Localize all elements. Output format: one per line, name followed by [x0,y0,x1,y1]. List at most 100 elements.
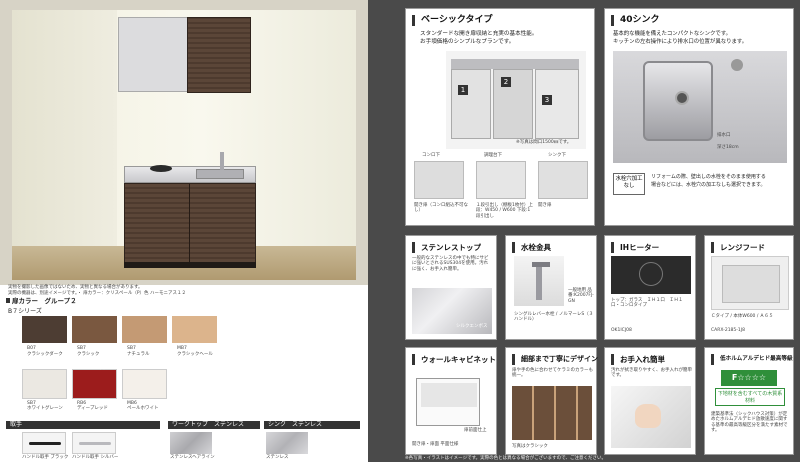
detail-image [512,386,592,440]
card-ih-heater-title: IHヒーター [611,242,659,253]
faucet-hole-badge: 水栓穴加工なし [613,173,645,195]
swatch-b7-3-name: クラシックヘール [177,352,213,357]
b6-swatch-row: B６シリーズ SB7 ホワイトグレーン RB6 ディープレッド MB6 ペールホ… [22,365,222,412]
basic-type-card: ベーシックタイプ スタンダードな開き扉収納と充実の基本性能。 お手頃価格のシンプ… [405,8,595,226]
disclaimer-2: 実際の機器は、別途イメージです。・ 扉カラー：クリスペール（P）色 ハーモニアス… [8,291,186,296]
faucet [220,152,224,170]
cabinet-split [189,184,190,267]
card-range-hood-title: レンジフード [711,242,765,253]
base-cabinet [124,183,256,268]
sink-basin [196,169,244,179]
card-faucet-body: シングルレバー水栓 / ノルマーレS（３ハンドル） [514,312,594,323]
swatch-b6-2-name: ペールホワイト [127,406,159,411]
sub-label-0: コンロ下 [422,153,440,158]
basic-photo-caption: ※写真は間口1500㎜です。 [516,140,572,145]
worktop-swatch[interactable] [170,432,212,454]
card-easy-clean-body: 汚れが拭き取りやすく、お手入れが簡単です。 [611,368,692,379]
ih-ring [639,262,663,286]
cabinet-plinth [124,262,256,268]
wall-side [12,10,117,280]
card-wall-cabinet-footer: 扉前面仕上 [464,428,487,433]
card-formaldehyde-body: 建築基準法（シックハウス対策）が定めたホルムアルデヒド放散速度に関する基準の最高… [711,412,788,434]
sink-swatch[interactable] [266,432,308,454]
swatch-b7-2-code: SB7 [127,346,136,351]
sink-label-0: 排水口 [717,133,731,138]
basic-heading-2: お手頃価格のシンプルなプランです。 [420,39,515,45]
faucet-body [536,266,542,300]
swatch-b7-1-name: クラシック [77,352,100,357]
sub-image-2 [538,161,588,199]
handle-bar-black [29,442,61,445]
basic-heading-1: スタンダードな開き扉収納と充実の基本性能。 [420,31,538,37]
door-color-header: 扉カラー グループ２ [6,297,77,305]
card-easy-clean: お手入れ簡単 汚れが拭き取りやすく、お手入れが簡単です。 [604,347,696,455]
card-wall-cabinet: ウォールキャビネット 扉前面仕上 開き扉・扉面 平面仕様 [405,347,497,455]
swatch-b7-3[interactable] [172,316,217,343]
series-b7-label: B７シリーズ [8,308,42,315]
card-formaldehyde-title: 低ホルムアルデヒド最高等級 [711,354,793,365]
photo-cabinet-mid [493,69,533,139]
card-stainless-top-title: ステンレストップ [412,242,481,253]
handle-silver-name: ハンドル取手 シルバー [72,455,119,460]
basic-type-title: ベーシックタイプ [412,15,492,26]
sink-faucet [731,59,743,71]
kitchen-render [0,0,368,285]
handle-silver[interactable] [72,432,116,454]
swatch-b6-1[interactable] [72,369,117,399]
sink-header: シンク ステンレス [264,421,360,429]
card-detail-design-body: 扉や手の色に合わせてケラミのカラーも統一。 [512,368,593,379]
sink-photo: 排水口 深さ18cm [613,51,787,163]
sub-image-0 [414,161,464,199]
swatch-b6-1-name: ディープレッド [77,406,108,411]
wall-cabinet [118,17,188,92]
card-range-hood: レンジフード Ｃタイプ / 本体W600 / Ａ６５ CARX-2185-1J8 [704,235,794,340]
sub-caption-1: １段引出し（棚板1枚付）上段：W450 / W600 下段:1段引出し [476,203,533,219]
swatch-b7-1[interactable] [72,316,117,343]
sub-label-2: シンク下 [548,153,566,158]
faucet-lever [532,262,550,267]
color-panel: 実物を撮影した画像ではないため、実物と異なる場合があります。 実際の機器は、別途… [0,285,368,462]
stove-burner [150,165,172,172]
easy-clean-image [611,386,691,448]
hand-cloth [635,404,661,428]
swatch-b7-0[interactable] [22,316,67,343]
series-b6-label: B６シリーズ [74,365,105,371]
sink40-desc-2: キッチンの左右操作により排水口の位置が異なります。 [613,39,748,45]
swatch-b7-1-code: SB7 [77,346,86,351]
sink40-note-2: 場合などには、水栓穴の加工なしも選択できます。 [651,182,766,188]
card-range-hood-footer: CARX-2185-1J8 [711,328,745,333]
worktop-header: ワークトップ ステンレス [168,421,260,429]
card-detail-design: 細部まで丁寧にデザイン 扉や手の色に合わせてケラミのカラーも統一。 写真はクラシ… [505,347,598,455]
disclaimer-1: 実物を撮影した画像ではないため、実物と異なる場合があります。 [8,285,143,290]
sink40-note-1: リフォームの際、壁出しの水栓をそのまま使用する [651,174,766,180]
drain [675,91,689,105]
footnote: ※各写真・イラストはイメージです。実際の色とは異なる場合がございますので、ご注意… [405,456,606,461]
swatch-b7-2-name: ナチュラル [127,352,150,357]
sink-label-1: 深さ18cm [717,145,739,150]
ih-image [611,256,691,294]
swatch-b7-3-code: MB7 [177,346,187,351]
sub-image-1 [476,161,526,199]
card-stainless-top-footer: シルクエンボス [456,324,488,329]
swatch-b7-2[interactable] [122,316,167,343]
card-ih-heater-body: トップ：ガラス ＩＨ１口 ＩＨ１口・コンロタイプ [611,298,683,309]
wall-cabinet-inner [421,383,477,407]
basic-kitchen-photo: 1 2 3 ※写真は間口1500㎜です。 [446,51,586,149]
handle-black[interactable] [22,432,66,454]
card-faucet-footer: 一般地用 品番:K2007FJ-GN [568,288,594,304]
f-star-badge: F☆☆☆☆ [721,370,777,386]
swatch-b7-0-name: クラシックダーク [27,352,63,357]
card-easy-clean-title: お手入れ簡単 [611,354,665,365]
sub-caption-2: 開き扉 [538,203,552,208]
swatch-b7-0-code: B07 [27,346,36,351]
card-stainless-top-body: 一般的なステンレスの中でも特にサビに強いとされるSUS304を使用。汚れに強く、… [412,256,489,272]
card-ih-heater-footer: OK1ICJ08 [611,328,632,333]
card-stainless-top: ステンレストップ 一般的なステンレスの中でも特にサビに強いとされるSUS304を… [405,235,497,340]
sub-caption-0: 開き扉（コンロ組込不可なし） [414,203,468,214]
sink40-title: 40シンク [611,15,660,26]
photo-counter [451,59,579,69]
wall-cabinet-door [187,17,251,93]
swatch-b6-2[interactable] [122,369,167,399]
swatch-b6-0[interactable] [22,369,67,399]
wall-cabinet-image [416,378,480,426]
